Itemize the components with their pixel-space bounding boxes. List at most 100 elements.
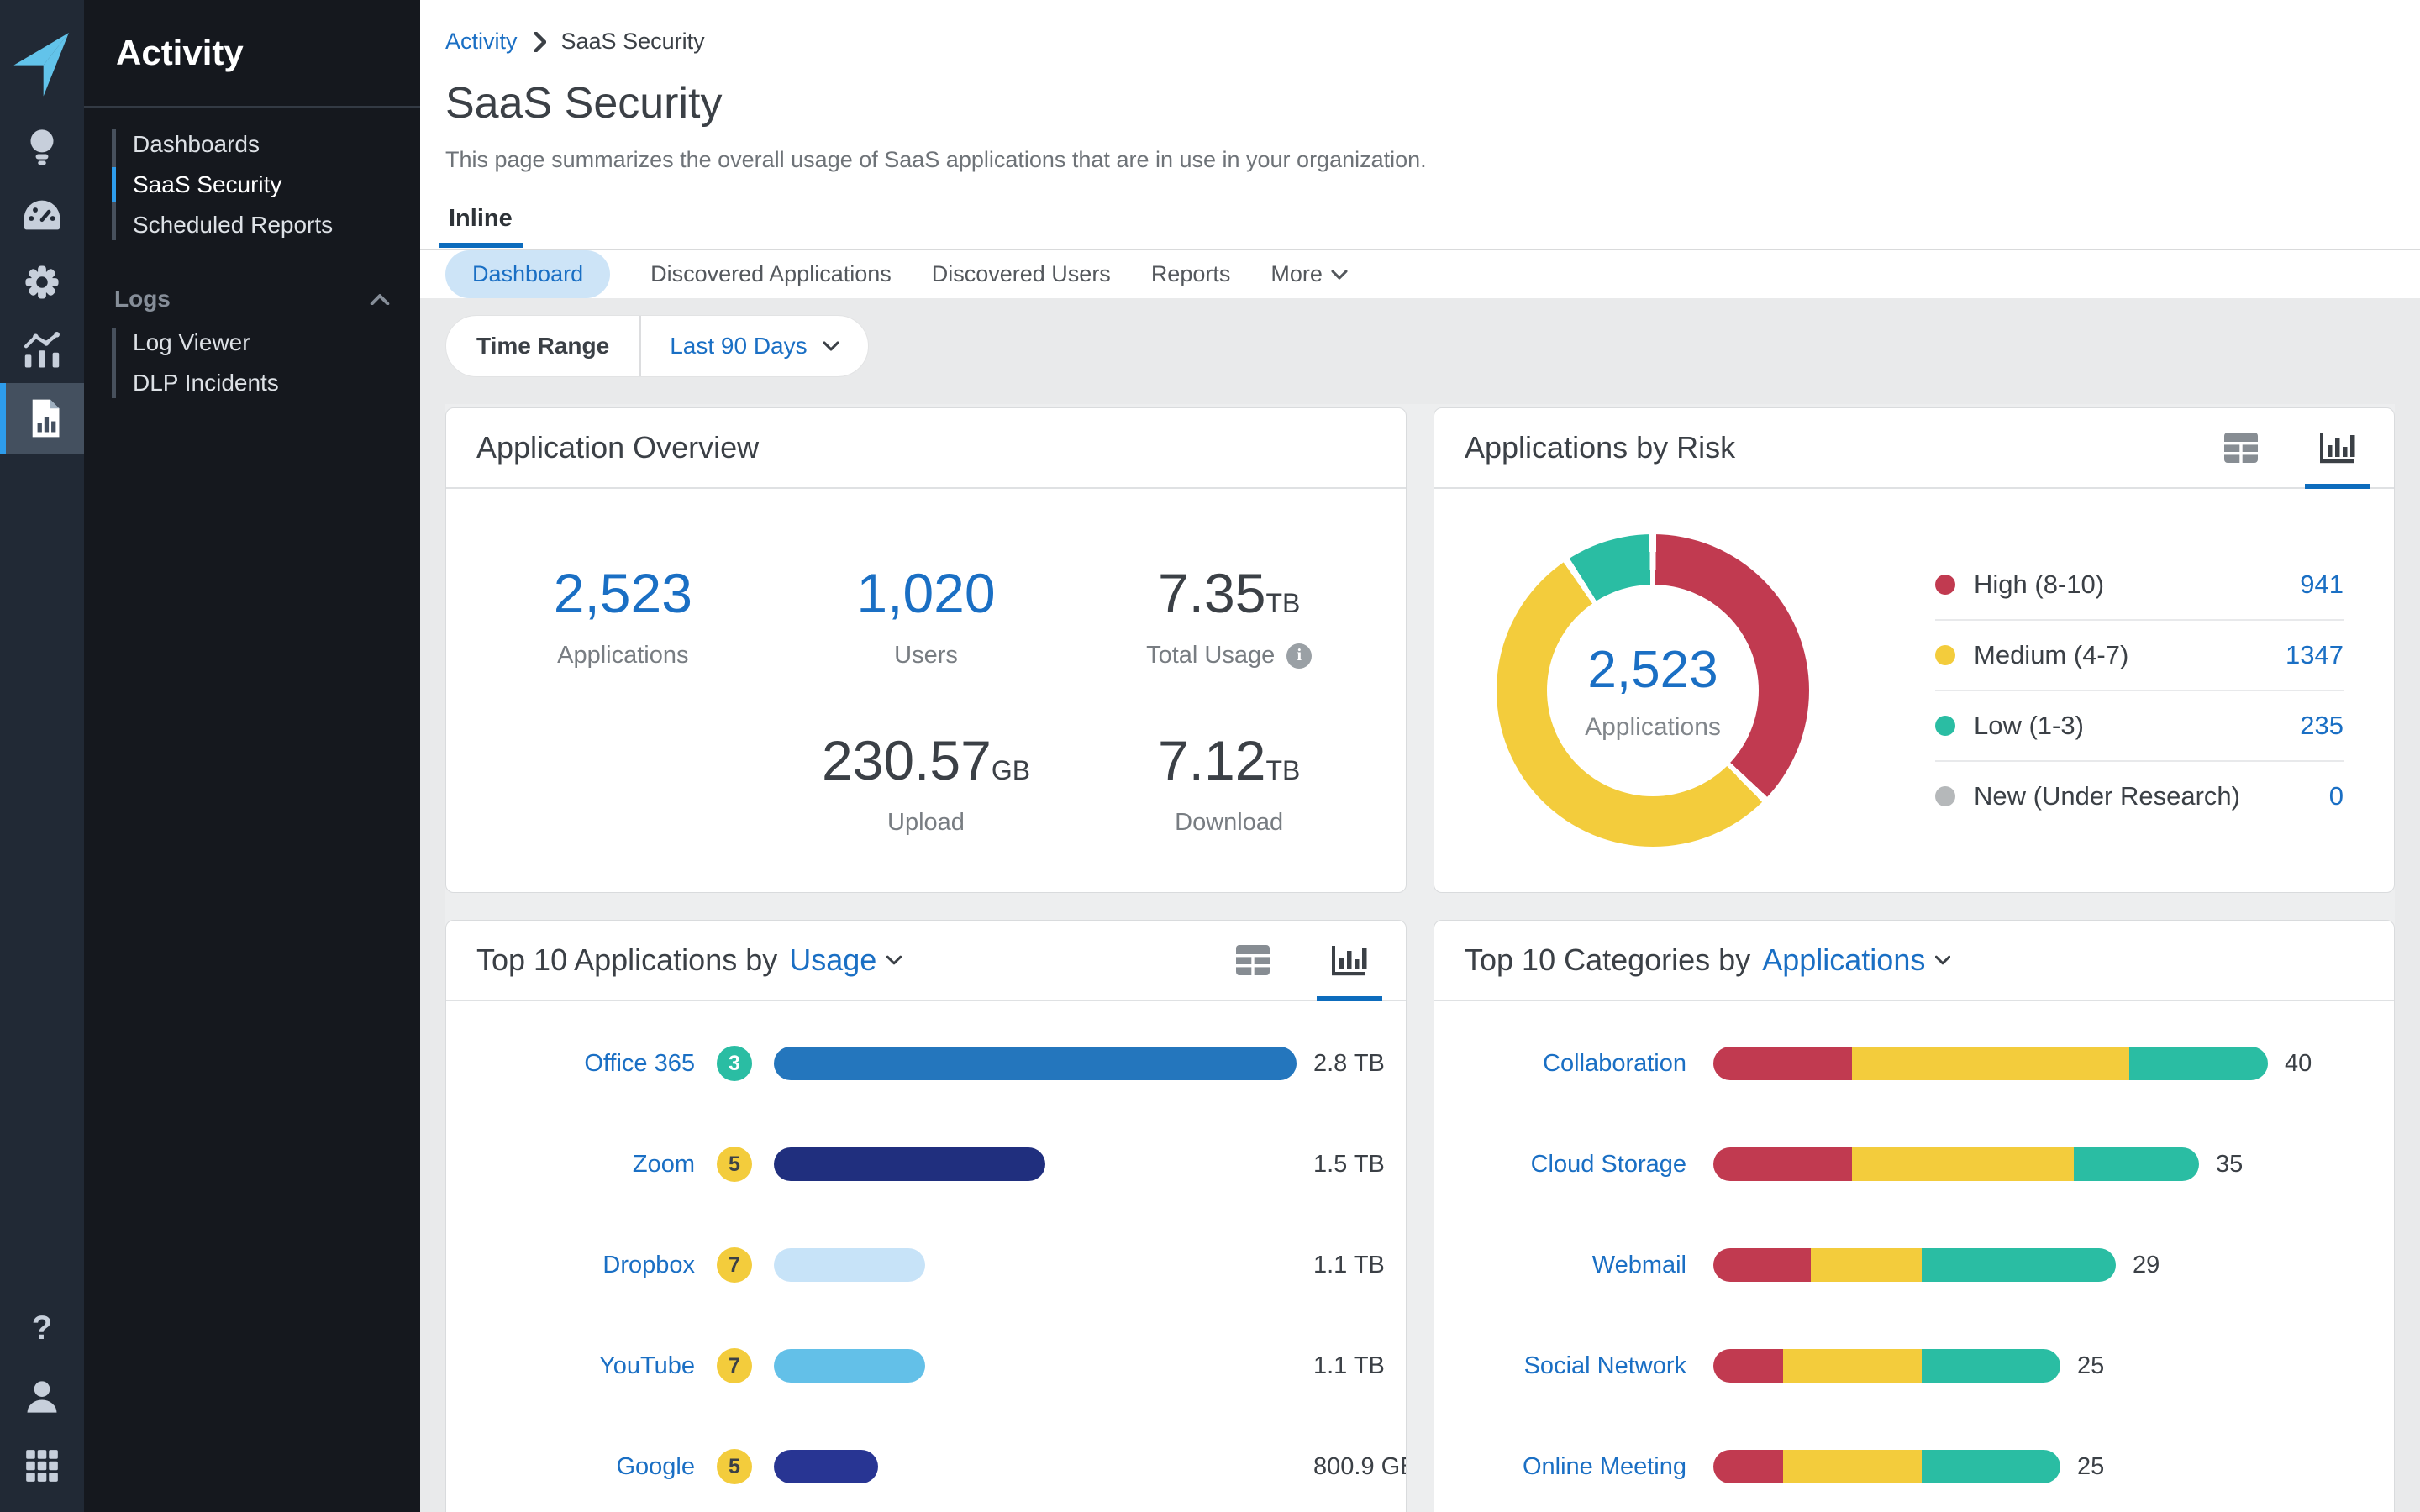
stacked-bar[interactable] [1713, 1047, 2268, 1080]
app-link[interactable]: Google [446, 1453, 695, 1481]
stat-unit: GB [992, 755, 1030, 785]
breadcrumb: Activity SaaS Security [445, 29, 2420, 55]
analytics-icon [22, 331, 62, 368]
app-link[interactable]: Dropbox [446, 1252, 695, 1279]
sidebar-rail-dashboard[interactable] [0, 181, 84, 249]
legend-dot [1935, 786, 1955, 806]
app-usage-list: Office 365 3 2.8 TB Zoom 5 [446, 1001, 1406, 1512]
segment-low-risk [2074, 1147, 2199, 1181]
app-link[interactable]: Office 365 [446, 1050, 695, 1078]
segment-medium-risk [1852, 1047, 2129, 1080]
app-link[interactable]: Zoom [446, 1151, 695, 1179]
sidebar-item-scheduled-reports[interactable]: Scheduled Reports [133, 205, 420, 245]
breadcrumb-activity-link[interactable]: Activity [445, 29, 518, 55]
category-link[interactable]: Social Network [1434, 1352, 1686, 1380]
icon-rail: ? [0, 0, 84, 1512]
applications-selector[interactable]: Applications [1762, 942, 1950, 978]
secondary-nav: Dashboard Discovered Applications Discov… [420, 250, 2420, 298]
stacked-bar-track [1713, 1450, 2060, 1483]
sidebar-item-dlp-incidents[interactable]: DLP Incidents [133, 363, 420, 403]
info-icon[interactable]: i [1286, 643, 1312, 669]
sidebar-section-logs[interactable]: Logs [84, 279, 420, 319]
app-switcher-button[interactable] [0, 1431, 84, 1500]
stat-value: 230.57GB [775, 728, 1078, 792]
usage-bar-track [774, 1450, 1297, 1483]
user-menu-button[interactable] [0, 1362, 84, 1431]
stacked-bar[interactable] [1713, 1248, 2116, 1282]
card-header: Applications by Risk [1434, 408, 2394, 489]
usage-bar[interactable] [774, 1349, 925, 1383]
stat-value[interactable]: 1,020 [775, 561, 1078, 625]
risk-donut-chart[interactable]: 2,523 Applications [1497, 534, 1809, 847]
usage-selector[interactable]: Usage [789, 942, 902, 978]
table-icon [1236, 945, 1270, 975]
legend-label: New (Under Research) [1974, 781, 2240, 811]
stat-value[interactable]: 2,523 [471, 561, 775, 625]
dashboard-body: Time Range Last 90 Days Application Over… [420, 298, 2420, 1512]
category-count: 40 [2285, 1050, 2312, 1078]
sidebar-item-log-viewer[interactable]: Log Viewer [133, 323, 420, 363]
category-link[interactable]: Cloud Storage [1434, 1151, 1686, 1179]
sidebar-nav-group: Dashboards SaaS Security Scheduled Repor… [84, 124, 420, 245]
sidebar-rail-settings[interactable] [0, 249, 84, 316]
category-link[interactable]: Online Meeting [1434, 1453, 1686, 1481]
usage-bar-track [774, 1047, 1297, 1080]
stat-label: Users [775, 642, 1078, 669]
chart-view-button[interactable] [2310, 408, 2365, 487]
card-top-applications: Top 10 Applications by Usage [445, 920, 1407, 1512]
app-logo[interactable] [3, 22, 81, 106]
tab-inline[interactable]: Inline [445, 205, 516, 246]
segment-high-risk [1713, 1248, 1811, 1282]
segment-high-risk [1713, 1450, 1783, 1483]
legend-value-link[interactable]: 1347 [2286, 640, 2344, 670]
main-content: Activity SaaS Security SaaS Security Thi… [420, 0, 2420, 1512]
risk-chart-body: 2,523 Applications High (8-10) 941 [1434, 489, 2394, 892]
segment-medium-risk [1852, 1147, 2074, 1181]
app-usage-row: Dropbox 7 1.1 TB [446, 1215, 1406, 1315]
donut-label: Applications [1585, 713, 1721, 742]
usage-bar[interactable] [774, 1147, 1045, 1181]
segment-medium-risk [1783, 1349, 1922, 1383]
legend-value-link[interactable]: 941 [2300, 570, 2344, 600]
help-button[interactable]: ? [0, 1294, 84, 1362]
legend-value-link[interactable]: 235 [2300, 711, 2344, 741]
category-row: Online Meeting 25 [1434, 1416, 2394, 1512]
category-link[interactable]: Collaboration [1434, 1050, 1686, 1078]
usage-bar[interactable] [774, 1047, 1297, 1080]
usage-bar-track [774, 1349, 1297, 1383]
card-applications-by-risk: Applications by Risk [1434, 407, 2395, 893]
sidebar-item-saas-security[interactable]: SaaS Security [133, 165, 420, 205]
table-view-button[interactable] [2214, 408, 2268, 487]
tab-discovered-applications[interactable]: Discovered Applications [650, 261, 892, 287]
bar-chart-icon [2320, 432, 2355, 464]
chart-view-button[interactable] [1322, 921, 1377, 1000]
usage-value: 1.1 TB [1313, 1252, 1385, 1279]
legend-row: Low (1-3) 235 [1935, 690, 2344, 760]
stacked-bar[interactable] [1713, 1147, 2199, 1181]
sidebar-rail-reports[interactable] [0, 383, 84, 454]
sidebar-rail-analytics[interactable] [0, 316, 84, 383]
tab-more[interactable]: More [1270, 261, 1348, 287]
page-header: Activity SaaS Security SaaS Security Thi… [420, 0, 2420, 250]
category-link[interactable]: Webmail [1434, 1252, 1686, 1279]
sidebar-rail-insights[interactable] [0, 114, 84, 181]
legend-value-link[interactable]: 0 [2329, 781, 2344, 811]
donut-total: 2,523 [1587, 640, 1718, 700]
tab-reports[interactable]: Reports [1151, 261, 1231, 287]
usage-bar[interactable] [774, 1248, 925, 1282]
page-description: This page summarizes the overall usage o… [445, 147, 2420, 173]
usage-bar[interactable] [774, 1450, 878, 1483]
reports-icon [29, 398, 62, 438]
table-view-button[interactable] [1226, 921, 1280, 1000]
time-range-select[interactable]: Last 90 Days [641, 333, 867, 360]
sidebar-item-dashboards[interactable]: Dashboards [133, 124, 420, 165]
tab-dashboard[interactable]: Dashboard [445, 250, 610, 298]
table-icon [2224, 433, 2258, 463]
gear-icon [24, 264, 60, 301]
stacked-bar[interactable] [1713, 1450, 2060, 1483]
stacked-bar[interactable] [1713, 1349, 2060, 1383]
app-link[interactable]: YouTube [446, 1352, 695, 1380]
segment-low-risk [2129, 1047, 2268, 1080]
tab-discovered-users[interactable]: Discovered Users [932, 261, 1111, 287]
card-header: Application Overview [446, 408, 1406, 489]
